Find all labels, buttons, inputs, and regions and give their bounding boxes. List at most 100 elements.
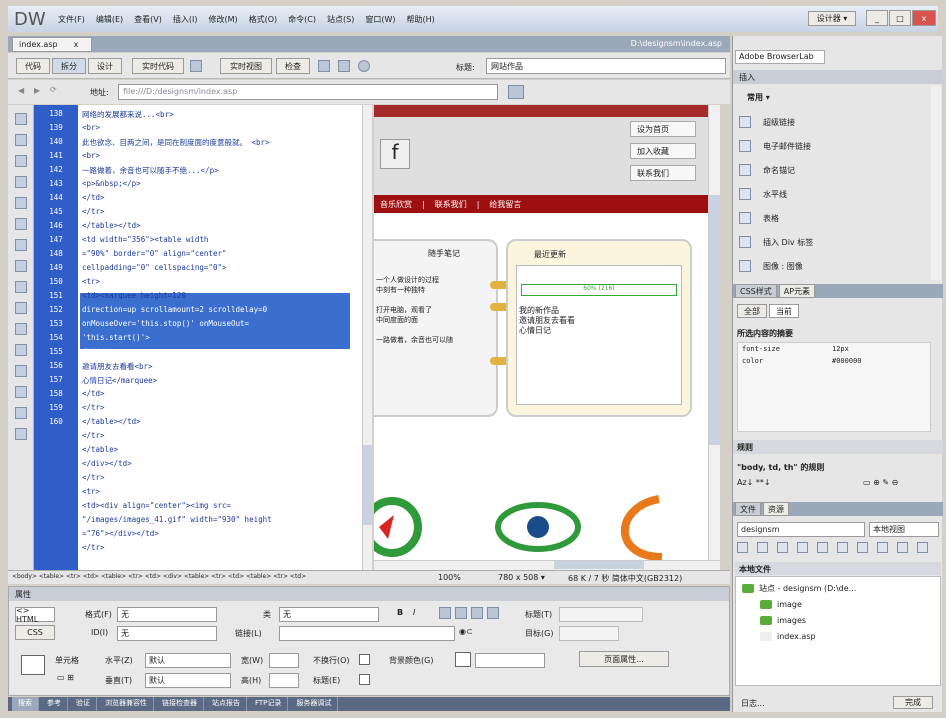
code-pane[interactable]: 138 网络的发展都来说...<br> 139 <br> 140 此也欲念、目两之间，是同…	[34, 105, 372, 570]
point-to-file-icon[interactable]: ◉⊂	[459, 627, 473, 636]
doc-tab-close-icon[interactable]: x	[74, 40, 79, 49]
coding-tool-icon[interactable]	[14, 344, 27, 356]
page-properties-button[interactable]: 页面属性...	[579, 651, 669, 667]
file-tree-item[interactable]: index.asp	[736, 628, 940, 644]
menu-item[interactable]: 编辑(E)	[96, 14, 123, 25]
insert-item[interactable]: 图像 : 图像	[739, 254, 929, 278]
coding-tool-icon[interactable]	[14, 386, 27, 398]
preview-icon[interactable]	[338, 60, 350, 72]
minimize-button[interactable]: _	[866, 10, 888, 26]
reload-icon[interactable]: ⟳	[50, 85, 57, 94]
log-button[interactable]: 完成	[893, 696, 933, 709]
css-current-button[interactable]: 当前	[769, 304, 799, 318]
title-field[interactable]	[559, 607, 643, 622]
address-input[interactable]: file:///D:/designsm/index.asp	[118, 84, 498, 100]
insert-scrollbar[interactable]	[931, 86, 941, 280]
link-input[interactable]	[279, 626, 455, 641]
results-tab[interactable]: 链接检查器	[156, 697, 204, 711]
results-tab[interactable]: 搜索	[12, 697, 39, 711]
coding-tool-icon[interactable]	[14, 176, 27, 188]
insert-item[interactable]: 超级链接	[739, 110, 929, 134]
menu-item[interactable]: 站点(S)	[327, 14, 354, 25]
coding-tool-icon[interactable]	[14, 134, 27, 146]
menu-item[interactable]: 修改(M)	[208, 14, 237, 25]
multiscreen-icon[interactable]	[318, 60, 330, 72]
css-prop-row[interactable]: font-size 12px	[738, 343, 930, 355]
file-tree-item[interactable]: images	[736, 612, 940, 628]
header-checkbox[interactable]	[359, 674, 370, 685]
menu-item[interactable]: 格式(O)	[249, 14, 278, 25]
insert-item[interactable]: 插入 Div 标签	[739, 230, 929, 254]
marquee-box[interactable]: 60% (216) 我的新作品 邀请朋友去看看 心情日记	[516, 265, 682, 405]
width-input[interactable]	[269, 653, 299, 668]
file-tool-icon[interactable]	[737, 542, 748, 553]
menu-item[interactable]: 窗口(W)	[365, 14, 395, 25]
coding-tool-icon[interactable]	[14, 407, 27, 419]
merge-cells-icon[interactable]: ▭ ⊞	[57, 673, 74, 682]
insert-item[interactable]: 命名锚记	[739, 158, 929, 182]
html-mode-button[interactable]: <> HTML	[15, 606, 55, 624]
tab-assets[interactable]: 资源	[763, 502, 789, 516]
insert-item[interactable]: 电子邮件链接	[739, 134, 929, 158]
unordered-list-icon[interactable]	[439, 607, 451, 619]
browser-check-icon[interactable]	[190, 60, 202, 72]
coding-tool-icon[interactable]	[14, 155, 27, 167]
height-input[interactable]	[269, 673, 299, 688]
tab-ap-elements[interactable]: AP元素	[778, 284, 816, 298]
view-select[interactable]: 本地视图	[869, 522, 939, 537]
split-view-button[interactable]: 拆分	[52, 58, 86, 74]
file-tool-icon[interactable]	[917, 542, 928, 553]
rules-sort-icons[interactable]: Az↓ **↓	[737, 478, 771, 487]
site-select[interactable]: designsm	[737, 522, 865, 537]
file-tool-icon[interactable]	[837, 542, 848, 553]
nav-link[interactable]: 给我留言	[489, 199, 521, 210]
back-icon[interactable]: ◀	[18, 86, 24, 95]
nowrap-checkbox[interactable]	[359, 654, 370, 665]
format-select[interactable]: 无	[117, 607, 217, 622]
results-tab[interactable]: 验证	[70, 697, 97, 711]
coding-tool-icon[interactable]	[14, 239, 27, 251]
design-view-button[interactable]: 设计	[88, 58, 122, 74]
forward-icon[interactable]: ▶	[34, 86, 40, 95]
coding-tool-icon[interactable]	[14, 302, 27, 314]
close-button[interactable]: x	[912, 10, 936, 26]
results-tab[interactable]: 参考	[41, 697, 68, 711]
vert-select[interactable]: 默认	[145, 673, 231, 688]
italic-button[interactable]: I	[413, 608, 415, 617]
coding-tool-icon[interactable]	[14, 197, 27, 209]
ordered-list-icon[interactable]	[455, 607, 467, 619]
indent-icon[interactable]	[487, 607, 499, 619]
site-button[interactable]: 联系我们	[630, 165, 696, 181]
coding-tool-icon[interactable]	[14, 365, 27, 377]
site-button[interactable]: 加入收藏	[630, 143, 696, 159]
zoom-value[interactable]: 100%	[438, 573, 461, 582]
horz-select[interactable]: 默认	[145, 653, 231, 668]
live-view-button[interactable]: 实时视图	[220, 58, 272, 74]
coding-tool-icon[interactable]	[14, 323, 27, 335]
file-tool-icon[interactable]	[757, 542, 768, 553]
results-tab[interactable]: 站点报告	[206, 697, 247, 711]
results-tab[interactable]: 服务器调试	[290, 697, 339, 711]
refresh-icon[interactable]	[358, 60, 370, 72]
browserlab-tab[interactable]: Adobe BrowserLab	[735, 50, 825, 64]
log-label[interactable]: 日志...	[741, 698, 765, 709]
css-mode-button[interactable]: CSS	[15, 625, 55, 640]
tag-selector[interactable]: <body> <table> <tr> <td> <table> <tr> <t…	[12, 573, 412, 580]
results-tab[interactable]: 浏览器兼容性	[99, 697, 154, 711]
class-select[interactable]: 无	[279, 607, 379, 622]
design-vscroll[interactable]	[708, 105, 720, 560]
css-panel-actions[interactable]: ▭ ⊕ ✎ ⊖	[863, 478, 898, 487]
coding-tool-icon[interactable]	[14, 281, 27, 293]
css-all-button[interactable]: 全部	[737, 304, 767, 318]
results-tab[interactable]: FTP记录	[249, 697, 289, 711]
insert-item[interactable]: 表格	[739, 206, 929, 230]
tab-files[interactable]: 文件	[735, 502, 761, 516]
nav-link[interactable]: 音乐欣赏	[380, 199, 412, 210]
id-select[interactable]: 无	[117, 626, 217, 641]
bold-button[interactable]: B	[397, 608, 403, 617]
code-scrollbar[interactable]	[362, 105, 372, 570]
menu-item[interactable]: 查看(V)	[134, 14, 162, 25]
menu-item[interactable]: 文件(F)	[58, 14, 85, 25]
workspace-switcher[interactable]: 设计器 ▾	[808, 11, 856, 26]
live-code-button[interactable]: 实时代码	[132, 58, 184, 74]
